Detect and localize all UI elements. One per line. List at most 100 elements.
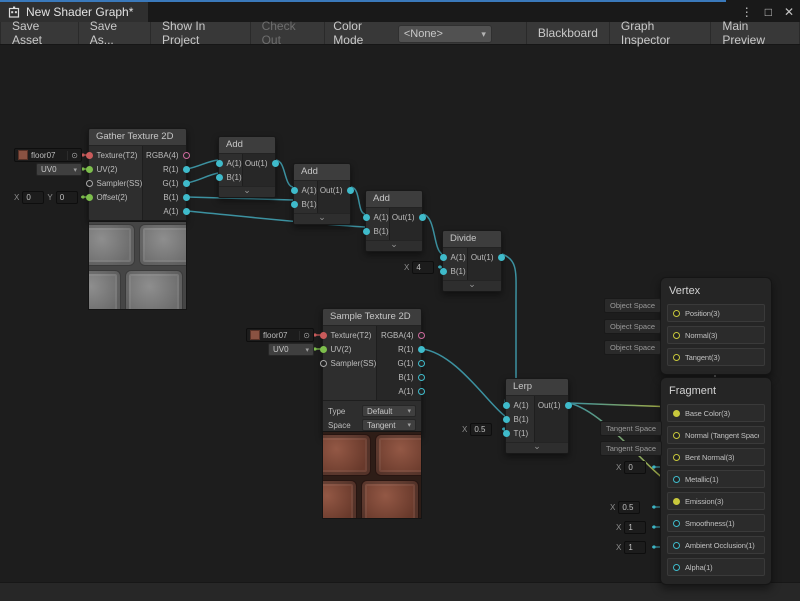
gather-texture-object-field[interactable]: floor07 ⊙ (14, 148, 82, 162)
node-add-2[interactable]: Add A(1) B(1) Out(1) ⌄ (293, 163, 351, 225)
a-output-port[interactable] (183, 208, 190, 215)
x-value-input[interactable]: 0.5 (618, 501, 640, 514)
bent-normal-port[interactable] (673, 454, 680, 461)
node-title[interactable]: Add (219, 137, 275, 154)
r-output-port[interactable] (418, 346, 425, 353)
fragment-row-bent-normal[interactable]: Bent Normal(3) (667, 448, 765, 466)
node-sample-texture-2d[interactable]: Sample Texture 2D Texture(T2) UV(2) Samp… (322, 308, 422, 436)
object-picker-icon[interactable]: ⊙ (67, 151, 78, 160)
fragment-row-metallic[interactable]: Metallic(1) (667, 470, 765, 488)
x-value-input[interactable]: 0 (22, 191, 44, 204)
node-gather-texture-2d[interactable]: Gather Texture 2D Texture(T2) UV(2) Samp… (88, 128, 187, 221)
out-port[interactable] (565, 402, 572, 409)
x-value-input[interactable]: 0.5 (470, 423, 492, 436)
b-input-port[interactable] (363, 228, 370, 235)
block-fragment[interactable]: Fragment Base Color(3) Normal (Tangent S… (660, 377, 772, 585)
sample-texture-object-field[interactable]: floor07 ⊙ (246, 328, 314, 342)
y-value-input[interactable]: 0 (56, 191, 78, 204)
block-vertex[interactable]: Vertex Position(3) Normal(3) Tangent(3) (660, 277, 772, 375)
show-in-project-button[interactable]: Show In Project (151, 22, 251, 44)
alpha-port[interactable] (673, 564, 680, 571)
base-color-port[interactable] (673, 410, 680, 417)
ambient-occlusion-port[interactable] (673, 542, 680, 549)
normal-tangent-space-port[interactable] (673, 432, 680, 439)
space-dropdown[interactable]: Tangent ▾ (362, 419, 416, 431)
collapse-chevron-icon[interactable]: ⌄ (443, 280, 501, 291)
x-value-input[interactable]: 0 (624, 461, 646, 474)
blackboard-toggle-button[interactable]: Blackboard (526, 22, 610, 44)
b-input-port[interactable] (216, 174, 223, 181)
a-input-port[interactable] (503, 402, 510, 409)
g-output-port[interactable] (418, 360, 425, 367)
a-input-port[interactable] (440, 254, 447, 261)
node-divide[interactable]: Divide A(1) B(1) Out(1) ⌄ (442, 230, 502, 292)
collapse-chevron-icon[interactable]: ⌄ (366, 240, 422, 251)
fragment-row-emission[interactable]: Emission(3) (667, 492, 765, 510)
node-title[interactable]: Add (366, 191, 422, 208)
b-input-port[interactable] (440, 268, 447, 275)
fragment-row-base-color[interactable]: Base Color(3) (667, 404, 765, 422)
smoothness-port[interactable] (673, 520, 680, 527)
r-output-port[interactable] (183, 166, 190, 173)
node-title[interactable]: Gather Texture 2D (89, 129, 186, 146)
fragment-row-smoothness[interactable]: Smoothness(1) (667, 514, 765, 532)
graph-inspector-toggle-button[interactable]: Graph Inspector (610, 22, 711, 44)
tangent-port[interactable] (673, 354, 680, 361)
collapse-chevron-icon[interactable]: ⌄ (506, 442, 568, 453)
node-title[interactable]: Lerp (506, 379, 568, 396)
metallic-port[interactable] (673, 476, 680, 483)
vertex-row-tangent[interactable]: Tangent(3) (667, 348, 765, 366)
sampler-input-port[interactable] (320, 360, 327, 367)
collapse-chevron-icon[interactable]: ⌄ (294, 213, 350, 224)
a-output-port[interactable] (418, 388, 425, 395)
b-output-port[interactable] (418, 374, 425, 381)
save-asset-button[interactable]: Save Asset (0, 22, 79, 44)
emission-port[interactable] (673, 498, 680, 505)
fragment-row-normal-tangent-space[interactable]: Normal (Tangent Space)(3) (667, 426, 765, 444)
texture-input-port[interactable] (86, 152, 93, 159)
node-add-1[interactable]: Add A(1) B(1) Out(1) ⌄ (218, 136, 276, 198)
node-lerp[interactable]: Lerp A(1) B(1) T(1) Out(1) ⌄ (505, 378, 569, 454)
x-value-input[interactable]: 4 (412, 261, 434, 274)
x-value-input[interactable]: 1 (624, 521, 646, 534)
rgba-output-port[interactable] (183, 152, 190, 159)
node-add-3[interactable]: Add A(1) B(1) Out(1) ⌄ (365, 190, 423, 252)
rgba-output-port[interactable] (418, 332, 425, 339)
texture-input-port[interactable] (320, 332, 327, 339)
vertex-row-position[interactable]: Position(3) (667, 304, 765, 322)
a-input-port[interactable] (291, 187, 298, 194)
a-input-port[interactable] (216, 160, 223, 167)
offset-input-port[interactable] (86, 194, 93, 201)
uv-input-port[interactable] (86, 166, 93, 173)
gather-uv-channel-dropdown[interactable]: UV0 ▾ (36, 163, 82, 176)
type-dropdown[interactable]: Default ▾ (362, 405, 416, 417)
close-icon[interactable]: ✕ (784, 5, 794, 19)
out-port[interactable] (498, 254, 505, 261)
position-port[interactable] (673, 310, 680, 317)
g-output-port[interactable] (183, 180, 190, 187)
main-preview-toggle-button[interactable]: Main Preview (711, 22, 800, 44)
sample-uv-channel-dropdown[interactable]: UV0 ▾ (268, 343, 314, 356)
node-title[interactable]: Divide (443, 231, 501, 248)
color-mode-dropdown[interactable]: <None> ▾ (398, 25, 492, 43)
b-input-port[interactable] (503, 416, 510, 423)
node-title[interactable]: Add (294, 164, 350, 181)
fragment-row-alpha[interactable]: Alpha(1) (667, 558, 765, 576)
out-port[interactable] (272, 160, 279, 167)
object-picker-icon[interactable]: ⊙ (299, 331, 310, 340)
menu-icon[interactable]: ⋮ (741, 5, 753, 19)
out-port[interactable] (347, 187, 354, 194)
maximize-icon[interactable]: □ (765, 5, 772, 19)
save-as-button[interactable]: Save As... (79, 22, 151, 44)
normal-port[interactable] (673, 332, 680, 339)
b-input-port[interactable] (291, 201, 298, 208)
x-value-input[interactable]: 1 (624, 541, 646, 554)
node-title[interactable]: Sample Texture 2D (323, 309, 421, 326)
t-input-port[interactable] (503, 430, 510, 437)
fragment-row-ambient-occlusion[interactable]: Ambient Occlusion(1) (667, 536, 765, 554)
collapse-chevron-icon[interactable]: ⌄ (219, 186, 275, 197)
sampler-input-port[interactable] (86, 180, 93, 187)
out-port[interactable] (419, 214, 426, 221)
uv-input-port[interactable] (320, 346, 327, 353)
a-input-port[interactable] (363, 214, 370, 221)
